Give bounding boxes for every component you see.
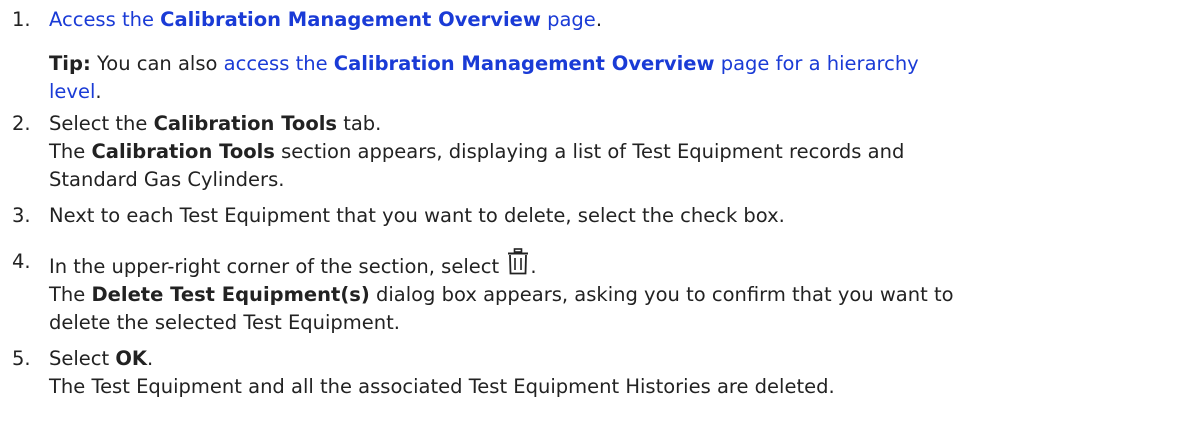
step-number: 5. — [12, 347, 31, 370]
step-text: . — [595, 8, 603, 31]
result-text: Standard Gas Cylinders. — [49, 168, 285, 191]
result-text: delete the selected Test Equipment. — [49, 311, 400, 334]
tip-note: Tip: You can also access the Calibration… — [49, 50, 1194, 106]
step-bold-text: OK — [115, 347, 148, 370]
step-text: . — [147, 347, 154, 370]
step-text: . — [530, 255, 537, 278]
result-text: section appears, displaying a list of Te… — [274, 140, 905, 163]
result-text: The — [49, 140, 92, 163]
step-1: 1. Access the Calibration Management Ove… — [12, 6, 1194, 106]
step-number: 2. — [12, 112, 31, 135]
step-text: Select the — [49, 112, 154, 135]
tip-text: . — [95, 80, 102, 103]
result-bold-text: Calibration Tools — [91, 140, 275, 163]
result-text: dialog box appears, asking you to confir… — [369, 283, 954, 306]
link-text: level — [49, 80, 96, 103]
step-2: 2. Select the Calibration Tools tab. The… — [12, 110, 1194, 194]
step-result: The Calibration Tools section appears, d… — [49, 138, 1194, 194]
trash-icon — [507, 248, 529, 276]
step-result: The Delete Test Equipment(s) dialog box … — [49, 281, 1194, 337]
link-text: access the — [223, 52, 334, 75]
link-text: Access the — [49, 8, 161, 31]
step-text: Next to each Test Equipment that you wan… — [49, 204, 785, 227]
link-text: page — [540, 8, 596, 31]
step-number: 4. — [12, 250, 31, 273]
step-number: 1. — [12, 8, 31, 31]
tip-text: You can also — [90, 52, 224, 75]
link-text: page for a hierarchy — [714, 52, 919, 75]
result-bold-text: Delete Test Equipment(s) — [91, 283, 370, 306]
steps-list: 1. Access the Calibration Management Ove… — [12, 6, 1194, 401]
link-bold-text: Calibration Management Overview — [160, 8, 541, 31]
step-5: 5. Select OK. The Test Equipment and all… — [12, 345, 1194, 401]
step-text: Select — [49, 347, 116, 370]
tip-label: Tip: — [49, 52, 91, 75]
procedure-page: 1. Access the Calibration Management Ove… — [0, 0, 1194, 440]
overview-page-link[interactable]: Access the Calibration Management Overvi… — [49, 8, 596, 31]
step-text: In the upper-right corner of the section… — [49, 255, 506, 278]
step-number: 3. — [12, 204, 31, 227]
step-bold-text: Calibration Tools — [153, 112, 338, 135]
link-bold-text: Calibration Management Overview — [333, 52, 715, 75]
step-result: The Test Equipment and all the associate… — [49, 375, 835, 398]
result-text: The — [49, 283, 92, 306]
step-3: 3. Next to each Test Equipment that you … — [12, 202, 1194, 242]
step-text: tab. — [337, 112, 382, 135]
step-4: 4. In the upper-right corner of the sect… — [12, 248, 1194, 337]
